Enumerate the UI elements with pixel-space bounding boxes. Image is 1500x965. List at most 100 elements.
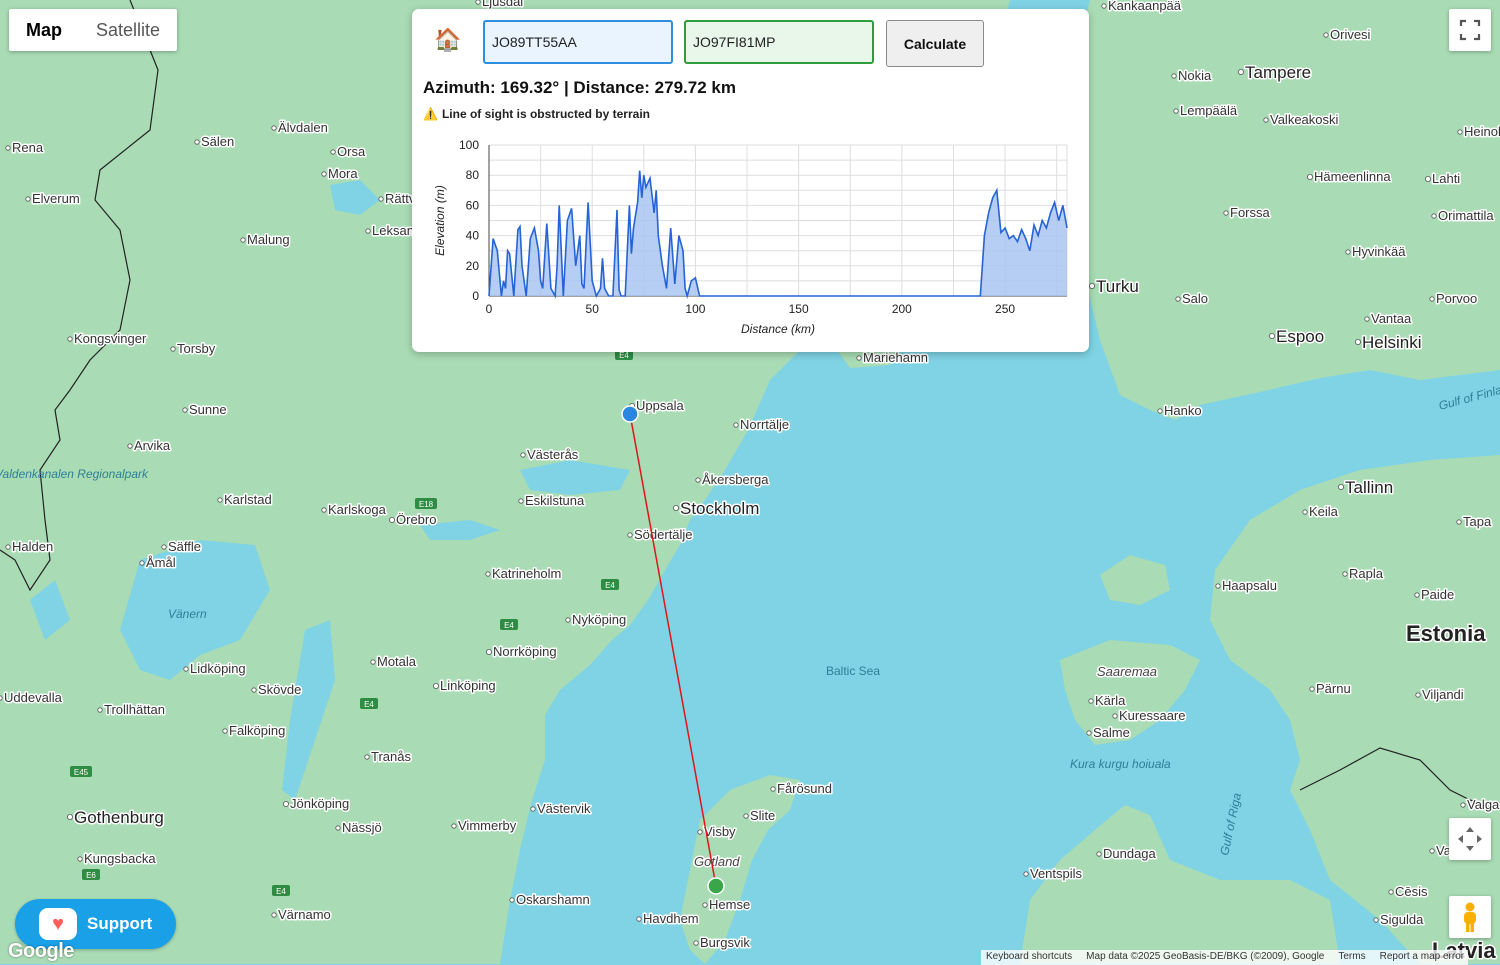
locator-a-input[interactable]	[483, 20, 673, 64]
city-dot	[1429, 848, 1435, 854]
city-dot	[67, 336, 73, 342]
city-dot	[1373, 917, 1379, 923]
map-type-map-button[interactable]: Map	[9, 9, 79, 51]
city-dot	[182, 407, 188, 413]
city-label: Elverum	[32, 191, 80, 206]
city-dot	[1388, 889, 1394, 895]
city-dot	[485, 649, 492, 656]
city-dot	[693, 940, 699, 946]
home-icon[interactable]: 🏠	[434, 27, 461, 53]
x-tick-label: 150	[789, 302, 809, 316]
city-dot	[1023, 871, 1029, 877]
elevation-area	[489, 170, 1067, 296]
region-label-estonia: Estonia	[1406, 621, 1486, 646]
city-label: Nässjö	[342, 820, 382, 835]
city-dot	[1309, 686, 1315, 692]
city-label: Uppsala	[636, 398, 684, 413]
city-dot	[77, 856, 83, 862]
city-label: Eskilstuna	[525, 493, 585, 508]
x-axis-title: Distance (km)	[741, 322, 815, 336]
city-label: Turku	[1096, 277, 1139, 296]
city-dot	[530, 806, 536, 812]
svg-text:E18: E18	[419, 500, 434, 509]
city-dot	[1415, 692, 1421, 698]
map-data-credit: Map data ©2025 GeoBasis-DE/BKG (©2009), …	[1086, 951, 1325, 962]
city-label: Åkersberga	[702, 472, 769, 487]
city-dot	[856, 355, 862, 361]
map-type-control: Map Satellite	[9, 9, 178, 51]
city-dot	[127, 443, 133, 449]
city-dot	[1460, 802, 1466, 808]
city-label: Hanko	[1164, 403, 1202, 418]
city-dot	[1345, 249, 1351, 255]
attribution-bar: Keyboard shortcuts Map data ©2025 GeoBas…	[981, 950, 1469, 965]
google-logo: Google	[8, 940, 74, 962]
report-error-link[interactable]: Report a map error	[1380, 951, 1464, 965]
city-label: Ljusdal	[482, 0, 523, 9]
calculate-button[interactable]: Calculate	[886, 20, 984, 67]
city-label: Visby	[704, 824, 736, 839]
camera-control-button[interactable]	[1449, 818, 1491, 860]
x-tick-label: 50	[586, 302, 600, 316]
city-label: Västerås	[527, 447, 579, 462]
y-axis-title: Elevation (m)	[433, 185, 447, 256]
y-tick-label: 60	[466, 198, 480, 212]
city-dot	[485, 571, 491, 577]
city-dot	[1456, 519, 1462, 525]
city-label: Fårösund	[777, 781, 832, 796]
city-label: Oskarshamn	[516, 892, 590, 907]
city-dot	[1425, 175, 1432, 182]
pegman-button[interactable]	[1449, 896, 1491, 938]
city-dot	[240, 237, 246, 243]
y-tick-label: 100	[459, 138, 479, 152]
region-label-gotland: Gotland	[694, 854, 740, 869]
city-dot	[25, 196, 31, 202]
city-dot	[1089, 282, 1096, 289]
city-label: Stockholm	[680, 499, 759, 518]
city-dot	[1457, 129, 1463, 135]
city-dot	[1307, 173, 1314, 180]
road-shield-e4: E4	[360, 698, 378, 709]
city-label: Lidköping	[190, 661, 246, 676]
keyboard-shortcuts-link[interactable]: Keyboard shortcuts	[986, 951, 1072, 965]
region-label-saaremaa: Saaremaa	[1097, 664, 1157, 679]
city-label: Uddevalla	[4, 690, 63, 705]
locator-b-input[interactable]	[684, 20, 874, 64]
city-dot	[1431, 213, 1437, 219]
city-dot	[378, 196, 384, 202]
city-label: Orivesi	[1330, 27, 1371, 42]
city-label: Tranås	[371, 749, 411, 764]
terms-link[interactable]: Terms	[1338, 951, 1365, 965]
city-label: Gothenburg	[74, 808, 164, 827]
pegman-icon	[1464, 902, 1476, 932]
fullscreen-button[interactable]	[1449, 9, 1491, 51]
city-dot	[1269, 332, 1276, 339]
city-label: Katrineholm	[492, 566, 561, 581]
move-arrows-icon	[1458, 827, 1482, 851]
city-dot	[1157, 408, 1163, 414]
city-dot	[1096, 851, 1102, 857]
y-tick-label: 0	[472, 289, 479, 303]
warning-icon: ⚠️	[423, 107, 438, 121]
city-dot	[321, 171, 327, 177]
city-label: Älvdalen	[278, 120, 328, 135]
city-dot	[364, 754, 370, 760]
result-text: Azimuth: 169.32° | Distance: 279.72 km	[423, 78, 736, 97]
city-dot	[520, 452, 526, 458]
start-marker[interactable]	[621, 405, 639, 423]
city-label: Slite	[750, 808, 775, 823]
city-dot	[733, 422, 739, 428]
map-type-satellite-button[interactable]: Satellite	[79, 9, 177, 51]
end-marker[interactable]	[707, 877, 725, 895]
water-label-baltic-sea: Baltic Sea	[826, 664, 880, 678]
city-dot	[0, 695, 3, 701]
city-dot	[451, 823, 457, 829]
city-label: Åmål	[146, 555, 176, 570]
city-dot	[743, 813, 749, 819]
road-shield-e6: E6	[82, 869, 100, 880]
city-label: Karlstad	[224, 492, 272, 507]
city-label: Paide	[1421, 587, 1454, 602]
x-tick-label: 100	[685, 302, 705, 316]
city-dot	[1086, 730, 1092, 736]
city-label: Halden	[12, 539, 53, 554]
